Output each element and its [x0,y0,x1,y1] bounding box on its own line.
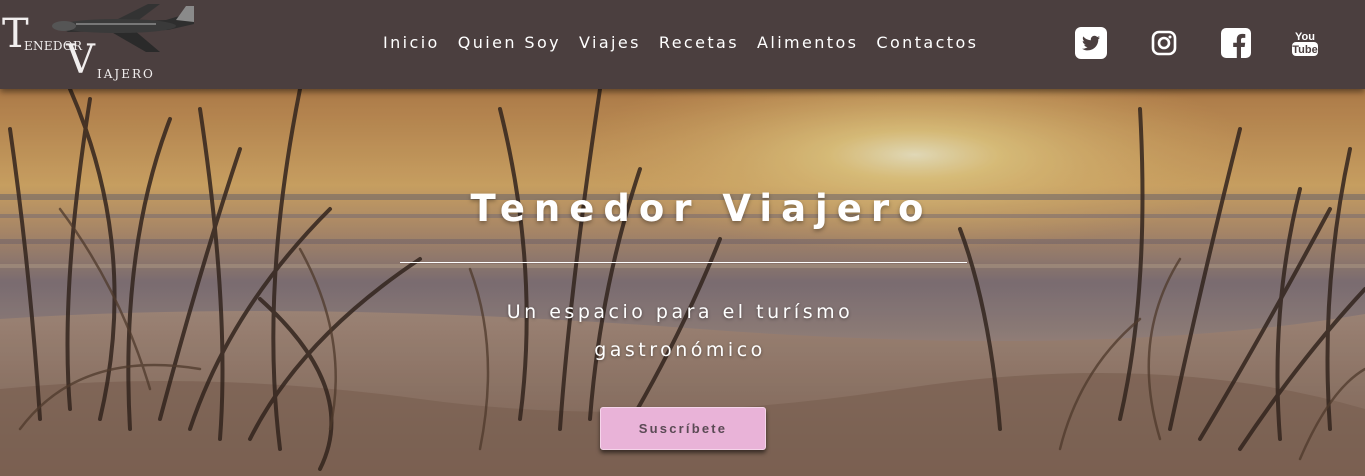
hero-banner: Tenedor Viajero Un espacio para el turís… [0,89,1365,476]
nav-item-inicio[interactable]: Inicio [383,34,440,52]
subscribe-button[interactable]: Suscríbete [600,407,766,450]
instagram-icon[interactable] [1148,27,1180,59]
main-nav: Inicio Quien Soy Viajes Recetas Alimento… [383,34,978,52]
twitter-icon[interactable] [1075,27,1107,59]
nav-item-recetas[interactable]: Recetas [659,34,739,52]
hero-title: Tenedor Viajero [470,187,933,230]
nav-item-quien-soy[interactable]: Quien Soy [458,34,561,52]
nav-item-viajes[interactable]: Viajes [579,34,641,52]
nav-item-contactos[interactable]: Contactos [876,34,978,52]
logo-word-viajero: IAJERO [97,67,155,81]
youtube-icon[interactable]: You Tube [1289,27,1321,59]
youtube-label-bottom: Tube [1292,44,1317,56]
facebook-icon[interactable] [1220,27,1252,59]
nav-item-alimentos[interactable]: Alimentos [757,34,858,52]
site-header: T ENEDOR V IAJERO Inicio Quien Soy Viaje… [0,0,1365,89]
hero-subtitle: Un espacio para el turísmo gastronómico [506,301,854,361]
logo-letter-v: V [66,37,95,83]
site-logo[interactable]: T ENEDOR V IAJERO [0,2,200,86]
hero-divider [400,262,967,263]
youtube-label-top: You [1295,31,1315,43]
